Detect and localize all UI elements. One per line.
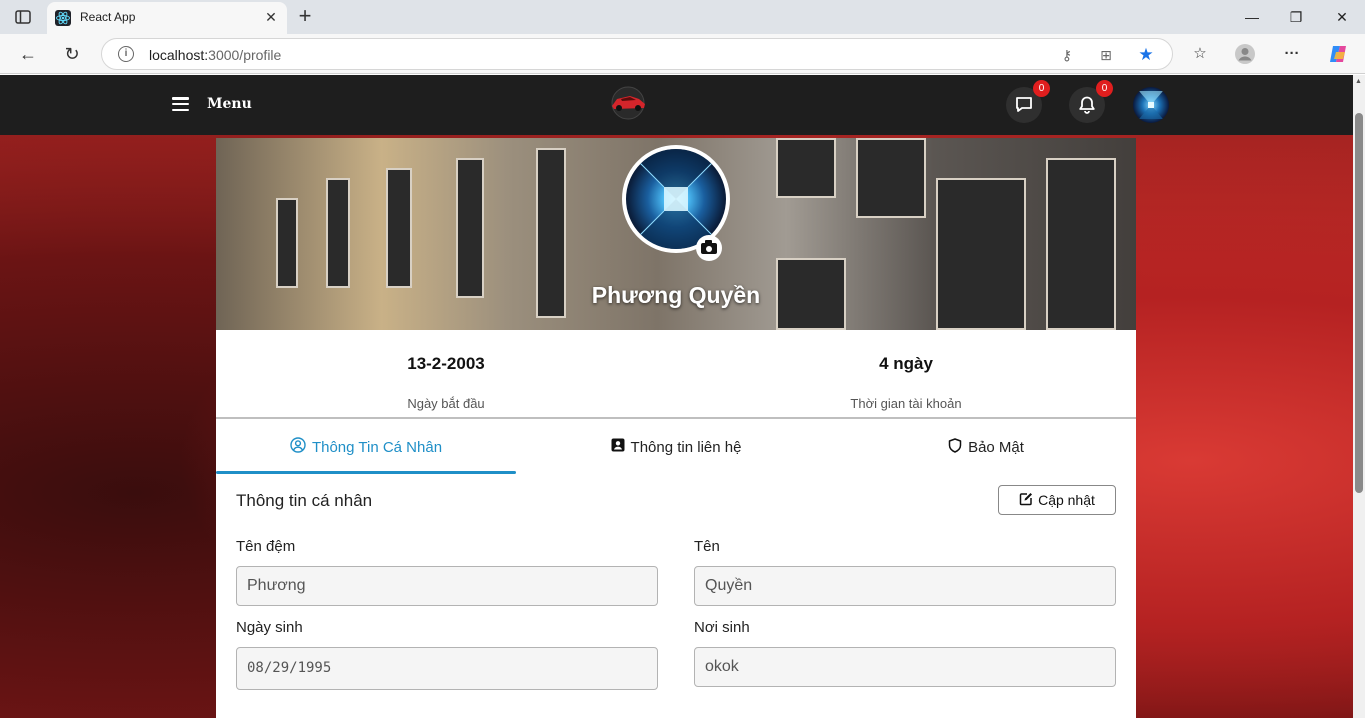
messages-badge: 0 xyxy=(1033,80,1050,97)
car-logo-icon[interactable] xyxy=(606,86,650,120)
first-name-field[interactable]: Quyền xyxy=(694,566,1116,606)
shield-icon xyxy=(948,437,962,457)
profile-icon[interactable] xyxy=(1234,43,1256,65)
chat-icon xyxy=(1016,97,1032,112)
tab-security[interactable]: Bảo Mật xyxy=(836,419,1136,475)
birth-place-field[interactable]: okok xyxy=(694,647,1116,687)
profile-name: Phương Quyền xyxy=(591,282,761,308)
contact-card-icon xyxy=(611,438,625,456)
hamburger-icon xyxy=(172,97,189,111)
messages-button[interactable]: 0 xyxy=(1006,80,1050,123)
camera-icon[interactable] xyxy=(696,235,722,261)
restore-icon[interactable]: ❐ xyxy=(1285,6,1307,28)
first-name-label: Tên xyxy=(694,538,720,555)
favorites-icon[interactable]: ☆ xyxy=(1189,43,1211,65)
url-field[interactable]: i localhost:3000/profile ⚷ ⊞ ★ xyxy=(101,38,1173,70)
site-info-icon[interactable]: i xyxy=(118,46,134,62)
bell-icon xyxy=(1079,96,1095,114)
tab-label: Thông Tin Cá Nhân xyxy=(311,438,443,456)
page-scrollbar[interactable]: ▲ xyxy=(1353,75,1365,718)
page-background: Menu 0 0 Phương Quyền 13-2-2003 Ngày bắt… xyxy=(0,75,1353,718)
notifications-badge: 0 xyxy=(1096,80,1113,97)
stat-label: Ngày bắt đầu xyxy=(407,396,485,411)
update-label: Cập nhật xyxy=(1038,492,1095,508)
birth-date-field[interactable]: 08/29/1995 xyxy=(236,647,658,690)
stat-account-age: 4 ngày Thời gian tài khoản xyxy=(676,354,1136,411)
top-navbar: Menu 0 0 xyxy=(0,75,1353,135)
birth-place-label: Nơi sinh xyxy=(694,619,750,636)
middle-name-field[interactable]: Phương xyxy=(236,566,658,606)
birth-date-label: Ngày sinh xyxy=(236,619,303,636)
middle-name-label: Tên đệm xyxy=(236,538,296,555)
stat-value: 13-2-2003 xyxy=(407,354,485,373)
scroll-up-icon[interactable]: ▲ xyxy=(1355,78,1362,85)
update-button[interactable]: Cập nhật xyxy=(998,485,1116,515)
sidebar-toggle-icon[interactable] xyxy=(14,8,32,26)
browser-tab-bar: React App ✕ + — ❐ ✕ xyxy=(0,0,1365,34)
address-bar: ← ↻ i localhost:3000/profile ⚷ ⊞ ★ ☆ ··· xyxy=(0,34,1365,74)
menu-label: Menu xyxy=(207,96,252,112)
notifications-button[interactable]: 0 xyxy=(1069,80,1113,123)
scroll-thumb[interactable] xyxy=(1355,113,1363,493)
minimize-icon[interactable]: — xyxy=(1241,6,1263,28)
tab-label: Bảo Mật xyxy=(968,438,1024,456)
menu-button[interactable]: Menu xyxy=(172,96,252,112)
user-circle-icon xyxy=(290,437,306,457)
user-avatar[interactable] xyxy=(1133,87,1169,123)
tab-contact-info[interactable]: Thông tin liên hệ xyxy=(526,419,826,475)
close-tab-icon[interactable]: ✕ xyxy=(263,9,279,25)
url-text: localhost:3000/profile xyxy=(149,47,282,63)
edit-icon xyxy=(1019,492,1033,509)
copilot-icon[interactable] xyxy=(1327,43,1349,65)
section-title: Thông tin cá nhân xyxy=(236,491,373,510)
new-tab-icon[interactable]: + xyxy=(294,5,316,28)
refresh-icon[interactable]: ↻ xyxy=(60,42,84,66)
favorite-star-icon[interactable]: ★ xyxy=(1137,46,1155,64)
key-icon[interactable]: ⚷ xyxy=(1058,46,1076,64)
more-icon[interactable]: ··· xyxy=(1281,43,1303,65)
browser-tab[interactable]: React App ✕ xyxy=(47,2,287,34)
close-window-icon[interactable]: ✕ xyxy=(1331,6,1353,28)
active-tab-indicator xyxy=(216,471,516,474)
react-logo-icon xyxy=(55,10,71,26)
extensions-icon[interactable]: ⊞ xyxy=(1097,46,1115,64)
stat-start-date: 13-2-2003 Ngày bắt đầu xyxy=(216,354,676,411)
stat-value: 4 ngày xyxy=(879,354,933,373)
stat-label: Thời gian tài khoản xyxy=(850,396,962,411)
profile-tabs: Thông Tin Cá Nhân Thông tin liên hệ Bảo … xyxy=(216,419,1136,475)
tab-title: React App xyxy=(80,10,136,24)
tab-personal-info[interactable]: Thông Tin Cá Nhân xyxy=(216,419,516,475)
tab-label: Thông tin liên hệ xyxy=(630,438,742,456)
back-icon[interactable]: ← xyxy=(16,42,40,66)
profile-card: Phương Quyền 13-2-2003 Ngày bắt đầu 4 ng… xyxy=(216,138,1136,718)
